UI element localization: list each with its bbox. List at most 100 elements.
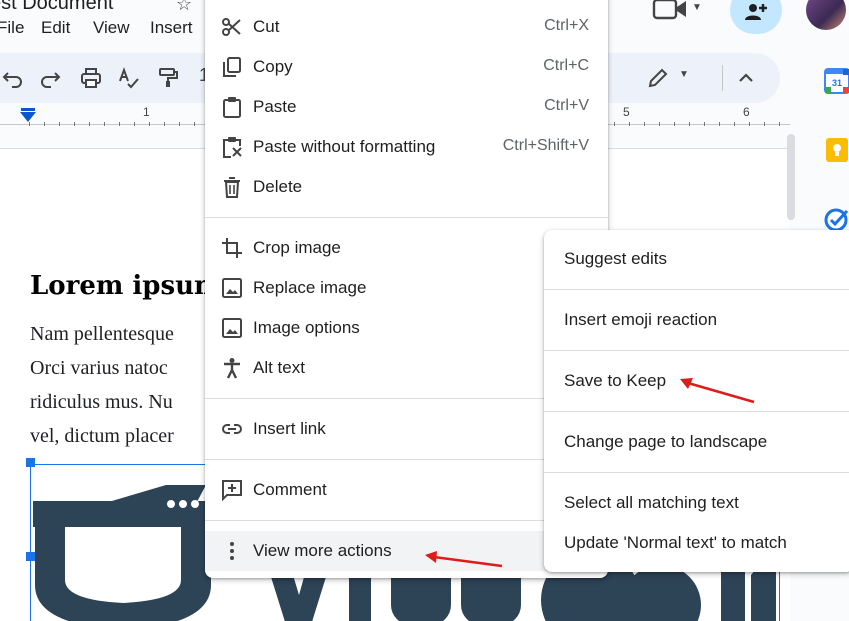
document-title[interactable]: est Document: [0, 0, 113, 15]
share-button[interactable]: [730, 0, 782, 34]
chevron-down-icon[interactable]: ▼: [679, 69, 689, 80]
menu-item-label: Copy: [253, 57, 293, 76]
resize-handle[interactable]: [26, 552, 35, 561]
more-vert-icon: [221, 540, 243, 562]
star-icon[interactable]: ☆: [176, 0, 192, 15]
ruler-tick: [44, 122, 45, 126]
resize-handle[interactable]: [26, 458, 35, 467]
menu-item-label: Insert link: [253, 419, 326, 438]
more-actions-submenu: Suggest edits Insert emoji reaction Save t…: [544, 230, 849, 572]
submenu-item-label: Insert emoji reaction: [564, 310, 718, 329]
menu-item-label: Paste without formatting: [253, 137, 436, 156]
menu-item-shortcut: Ctrl+V: [544, 97, 589, 114]
add-person-icon: [745, 4, 767, 20]
menu-item-paste-without-formatting[interactable]: Paste without formatting Ctrl+Shift+V: [205, 127, 608, 167]
video-call-icon[interactable]: [652, 0, 692, 26]
ruler-tick: [644, 122, 645, 126]
ruler-tick: [704, 122, 705, 126]
paint-format-icon[interactable]: [157, 67, 179, 89]
menu-item-delete[interactable]: Delete: [205, 167, 608, 207]
menu-item-label: Comment: [253, 480, 327, 499]
menu-item-label: Cut: [253, 17, 280, 36]
submenu-item-change-page-to-landscape[interactable]: Change page to landscape: [544, 422, 849, 462]
calendar-day: 31: [832, 78, 842, 88]
menu-item-shortcut: Ctrl+C: [543, 57, 589, 74]
menu-item-shortcut: Ctrl+Shift+V: [502, 137, 589, 154]
image-icon: [221, 277, 243, 299]
avatar[interactable]: [806, 0, 846, 30]
menu-item-label: Image options: [253, 318, 360, 337]
menu-item-cut[interactable]: Cut Ctrl+X: [205, 7, 608, 47]
redo-icon[interactable]: [39, 67, 61, 89]
ruler-tick: [734, 122, 735, 126]
ruler-tick: [674, 122, 675, 126]
submenu-item-label: Save to Keep: [564, 371, 667, 390]
image-icon: [221, 317, 243, 339]
ruler-tick: [74, 122, 75, 126]
doc-paragraph-line[interactable]: ridiculus mus. Nu: [30, 391, 173, 414]
menu-view[interactable]: View: [93, 18, 130, 38]
link-icon: [221, 418, 243, 440]
ruler-tick: [59, 122, 60, 126]
ruler-tick: [749, 122, 750, 126]
ruler-tick: [719, 122, 720, 126]
doc-paragraph-line[interactable]: vel, dictum placer: [30, 425, 174, 448]
chevron-down-icon[interactable]: ▼: [692, 2, 702, 13]
ruler-tick: [179, 122, 180, 126]
submenu-item-label: Suggest edits: [564, 249, 668, 268]
menu-insert[interactable]: Insert: [150, 18, 193, 38]
ruler-tick: [659, 122, 660, 126]
scissors-icon: [221, 16, 243, 38]
doc-heading[interactable]: Lorem ipsum: [30, 271, 222, 301]
menu-file[interactable]: File: [0, 18, 24, 38]
trash-icon: [221, 176, 243, 198]
ruler-mark: 5: [623, 105, 630, 119]
ruler-tick: [134, 122, 135, 126]
submenu-item-suggest-edits[interactable]: Suggest edits: [544, 239, 849, 279]
submenu-item-select-all-matching-text[interactable]: Select all matching text: [544, 483, 849, 523]
ruler-tick: [29, 122, 30, 126]
menu-item-label: Delete: [253, 177, 303, 196]
ruler-tick: [164, 122, 165, 126]
left-indent-marker[interactable]: [20, 112, 36, 122]
menu-item-label: Crop image: [253, 238, 341, 257]
chevron-up-icon[interactable]: [735, 67, 757, 89]
doc-paragraph-line[interactable]: Nam pellentesque: [30, 323, 174, 346]
menu-item-label: Paste: [253, 97, 297, 116]
ruler-tick: [689, 122, 690, 126]
doc-paragraph-line[interactable]: Orci varius natoc: [30, 357, 168, 380]
calendar-icon[interactable]: 31: [824, 68, 849, 94]
submenu-item-insert-emoji-reaction[interactable]: Insert emoji reaction: [544, 300, 849, 340]
ruler-tick: [104, 122, 105, 126]
toolbar-divider: [722, 65, 723, 91]
submenu-item-label: Change page to landscape: [564, 432, 768, 451]
menu-item-label: Alt text: [253, 358, 305, 377]
ruler-tick: [629, 122, 630, 126]
vertical-scrollbar[interactable]: [787, 134, 795, 220]
keep-icon[interactable]: [824, 137, 849, 163]
submenu-item-update-normal-text-to-match[interactable]: Update 'Normal text' to match: [544, 523, 849, 563]
comment-icon: [221, 479, 243, 502]
menu-item-paste[interactable]: Paste Ctrl+V: [205, 87, 608, 127]
spellcheck-icon[interactable]: [118, 67, 140, 89]
edit-mode-icon[interactable]: [647, 67, 669, 89]
first-line-indent[interactable]: [21, 108, 35, 111]
ruler-mark: 1: [143, 105, 150, 119]
print-icon[interactable]: [80, 67, 102, 89]
paste-plain-icon: [221, 136, 243, 158]
submenu-divider: [544, 411, 849, 412]
tasks-icon[interactable]: [824, 206, 849, 232]
ruler-tick: [89, 122, 90, 126]
submenu-item-label: Update 'Normal text' to match: [564, 533, 787, 552]
menu-divider: [205, 217, 608, 218]
ruler-tick: [119, 122, 120, 126]
submenu-item-label: Select all matching text: [564, 493, 739, 512]
menu-item-copy[interactable]: Copy Ctrl+C: [205, 47, 608, 87]
crop-icon: [221, 237, 243, 259]
submenu-item-save-to-keep[interactable]: Save to Keep: [544, 361, 849, 401]
accessibility-icon: [221, 357, 243, 379]
ruler-mark: 6: [743, 105, 750, 119]
undo-icon[interactable]: [2, 67, 24, 89]
submenu-divider: [544, 472, 849, 473]
menu-edit[interactable]: Edit: [41, 18, 70, 38]
